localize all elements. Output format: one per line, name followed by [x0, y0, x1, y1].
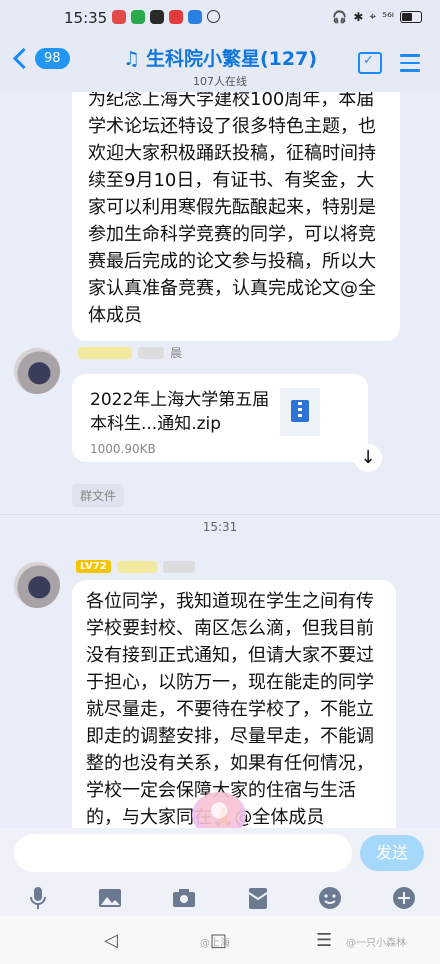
file-name: 2022年上海大学第五届本科生...通知.zip — [90, 390, 270, 434]
mic-icon[interactable] — [24, 884, 52, 912]
watermark: @一只小森林 — [346, 938, 406, 949]
download-button[interactable]: ↓ — [354, 444, 382, 472]
status-time: 15:35 — [64, 9, 108, 27]
plus-icon[interactable] — [390, 884, 418, 912]
headphone-icon: 🎧 — [332, 9, 348, 24]
app-icon — [169, 10, 183, 24]
nav-menu-button[interactable]: ☰ — [316, 930, 332, 951]
nav-back-button[interactable]: ◁ — [104, 930, 118, 951]
signal-icon: ⁵⁶ᴵ — [382, 9, 394, 24]
calendar-check-icon[interactable] — [358, 52, 382, 74]
group-file-tag[interactable]: 群文件 — [72, 484, 125, 507]
image-icon[interactable] — [96, 884, 124, 912]
timestamp: 15:31 — [202, 520, 238, 534]
group-title: 生科院小繁星(127) — [146, 48, 318, 70]
avatar[interactable] — [14, 562, 60, 608]
divider — [0, 514, 440, 515]
menu-icon[interactable] — [400, 54, 420, 77]
camera-icon[interactable] — [170, 884, 198, 912]
status-bar: 15:35 🎧 ✱ ⌖ ⁵⁶ᴵ — [0, 0, 440, 36]
level-badge: LV72 — [76, 560, 111, 573]
red-packet-icon[interactable] — [244, 884, 272, 912]
message-bubble[interactable]: 为纪念上海大学建校100周年，本届学术论坛还特设了很多特色主题，也欢迎大家积极踊… — [72, 92, 400, 341]
message-bubble[interactable]: 各位同学，我知道现在学生之间有传学校要封校、南区怎么滴，但我目前没有接到正式通知… — [72, 580, 396, 828]
ear-icon: ♫ — [122, 48, 140, 70]
emoji-icon[interactable] — [316, 884, 344, 912]
chat-header: 98 ♫ 生科院小繁星(127) 107人在线 — [0, 36, 440, 92]
send-button[interactable]: 发送 — [360, 835, 424, 871]
online-count: 107人在线 — [193, 75, 247, 88]
file-message[interactable]: 2022年上海大学第五届本科生...通知.zip 1000.90KB — [72, 374, 368, 462]
avatar[interactable] — [14, 348, 60, 394]
app-icon — [207, 10, 220, 23]
file-size: 1000.90KB — [90, 442, 156, 456]
message-input[interactable] — [14, 834, 352, 872]
watermark: @上海 — [200, 938, 230, 949]
app-icon — [131, 10, 145, 24]
input-toolbar — [0, 880, 440, 916]
sender-name: 晨 — [78, 344, 182, 361]
status-app-icons — [112, 10, 220, 24]
chat-area[interactable]: 为纪念上海大学建校100周年，本届学术论坛还特设了很多特色主题，也欢迎大家积极踊… — [0, 92, 440, 828]
location-icon: ⌖ — [369, 9, 377, 23]
system-nav-bar: ◁ □ ☰ @上海 @一只小森林 — [0, 916, 440, 964]
bluetooth-icon: ✱ — [353, 9, 364, 24]
status-icons: 🎧 ✱ ⌖ ⁵⁶ᴵ — [332, 9, 422, 24]
zip-file-icon — [280, 388, 320, 436]
app-icon — [150, 10, 164, 24]
app-icon — [188, 10, 202, 24]
sender-name: LV72 — [76, 560, 195, 573]
input-bar: 发送 — [0, 828, 440, 880]
battery-icon — [400, 10, 422, 23]
app-icon — [112, 10, 126, 24]
